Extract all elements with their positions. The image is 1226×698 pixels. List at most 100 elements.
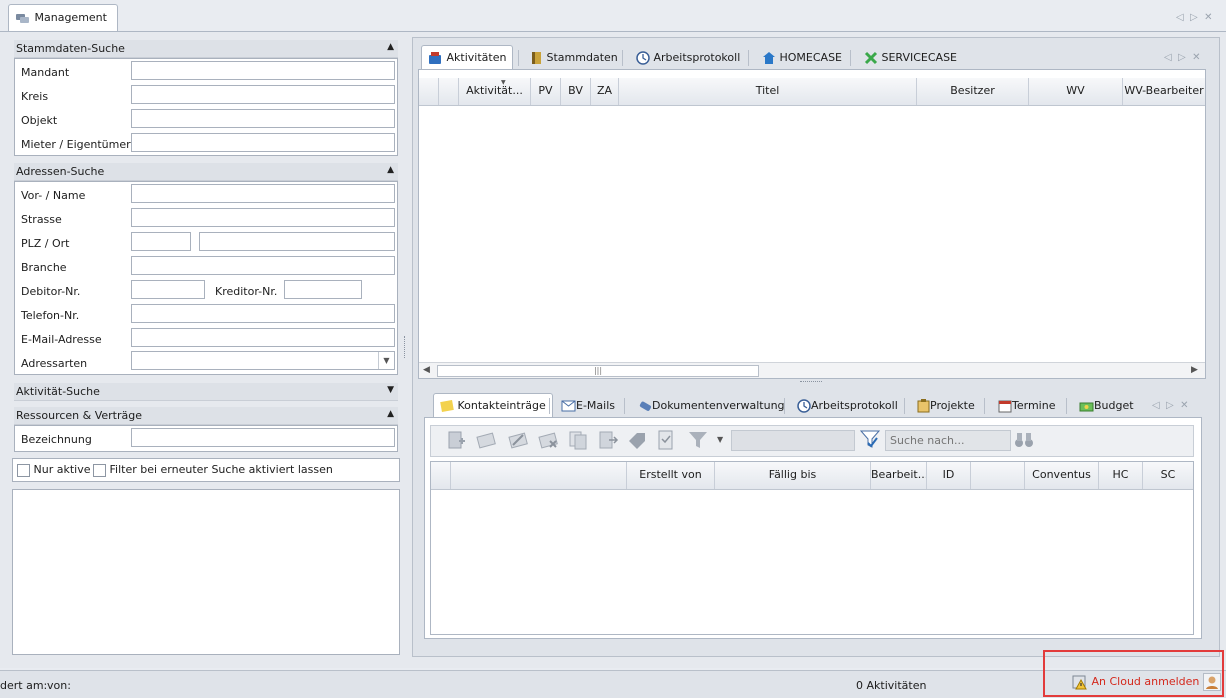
section-title: Ressourcen & Verträge [16,409,143,422]
tab-budget[interactable]: Budget [1072,393,1141,417]
tab-arbeitsprotokoll-bottom[interactable]: Arbeitsprotokoll [790,393,905,417]
tab-stammdaten[interactable]: Stammdaten [523,45,625,69]
scroll-thumb[interactable]: ||| [437,365,759,377]
col-bearbeiter[interactable]: Bearbeit... [871,462,927,489]
tab-termine[interactable]: Termine [991,393,1062,417]
filter-field[interactable] [731,430,855,451]
search-input[interactable] [885,430,1011,451]
col-titel[interactable]: Titel [619,78,917,105]
branche-input[interactable] [131,256,395,275]
copy-icon[interactable] [567,429,589,451]
horizontal-splitter[interactable] [800,381,822,383]
nur-aktive-checkbox[interactable] [17,463,30,477]
col-faellig-bis[interactable]: Fällig bis [715,462,871,489]
checklist-icon[interactable] [655,429,677,451]
tab-aktivitaeten[interactable]: Aktivitäten [421,45,514,69]
aktivitaeten-grid: Aktivität... PV BV ZA Titel Besitzer WV … [418,69,1206,379]
col-hc[interactable]: HC [1099,462,1143,489]
col-besitzer[interactable]: Besitzer [917,78,1029,105]
plz-input[interactable] [131,232,191,251]
vertical-splitter[interactable] [404,336,406,358]
section-header-aktivitaet[interactable]: Aktivität-Suche ▼ [14,383,398,401]
toolbar: ▼ [430,425,1194,457]
col-za[interactable]: ZA [591,78,619,105]
tab-label: Dokumentenverwaltung [652,399,785,412]
collapse-up-icon[interactable]: ▲ [387,409,394,419]
ort-input[interactable] [199,232,395,251]
collapse-up-icon[interactable]: ▲ [387,165,394,175]
tab-arbeitsprotokoll[interactable]: Arbeitsprotokoll [629,45,747,69]
delete-entry-icon[interactable] [537,429,559,451]
label-strasse: Strasse [21,213,62,226]
kreis-input[interactable] [131,85,395,104]
add-entry-icon[interactable] [445,429,467,451]
filter-checkbox[interactable] [93,463,106,477]
main-tab-nav[interactable]: ◁ ▷ ✕ [1176,12,1212,23]
expand-down-icon[interactable]: ▼ [387,385,394,395]
horizontal-scrollbar[interactable]: ◀ ||| ▶ [419,362,1205,378]
filter-option[interactable]: Filter bei erneuter Suche aktiviert lass… [93,463,333,477]
tab-label: SERVICECASE [881,51,958,64]
col-conventus[interactable]: Conventus [1025,462,1099,489]
adressarten-select[interactable]: ▼ [131,351,395,370]
cloud-login-button[interactable]: An Cloud anmelden [1072,673,1221,693]
scroll-left-icon[interactable]: ◀ [423,365,430,375]
stammdaten-icon [532,52,541,64]
collapse-up-icon[interactable]: ▲ [387,42,394,52]
dropdown-arrow-icon[interactable]: ▼ [378,352,394,369]
filter-dropdown-icon[interactable]: ▼ [717,435,723,444]
mieter-input[interactable] [131,133,395,152]
forward-icon[interactable] [597,429,619,451]
col-wv[interactable]: WV [1029,78,1123,105]
debitor-input[interactable] [131,280,205,299]
tab-label: Arbeitsprotokoll [811,399,898,412]
kreditor-input[interactable] [284,280,362,299]
vorname-input[interactable] [131,184,395,203]
tab-label: HOMECASE [779,51,843,64]
filter-icon[interactable] [687,429,709,451]
mandant-input[interactable] [131,61,395,80]
strasse-input[interactable] [131,208,395,227]
results-list[interactable] [12,489,400,655]
col-pv[interactable]: PV [531,78,561,105]
section-header-ressourcen[interactable]: Ressourcen & Verträge ▲ [14,407,398,425]
objekt-input[interactable] [131,109,395,128]
money-icon [1079,402,1094,411]
tab-projekte[interactable]: Projekte [910,393,982,417]
tab-label: Aktivitäten [446,51,507,64]
tab-kontakteintraege[interactable]: Kontakteinträge [433,393,553,417]
email-input[interactable] [131,328,395,347]
bezeichnung-input[interactable] [131,428,395,447]
label-mieter: Mieter / Eigentümer [21,138,131,151]
user-icon[interactable] [1202,673,1221,691]
tab-dokumentenverwaltung[interactable]: Dokumentenverwaltung [631,393,792,417]
tab-label: Termine [1012,399,1056,412]
edit-entry-icon[interactable] [507,429,529,451]
clock-icon [636,51,650,65]
apply-filter-icon[interactable] [859,428,881,450]
scroll-right-icon[interactable]: ▶ [1191,365,1198,375]
col-bv[interactable]: BV [561,78,591,105]
tab-homecase[interactable]: HOMECASE [755,45,849,69]
tab-management[interactable]: Management [8,4,118,32]
label-kreditor: Kreditor-Nr. [215,285,278,298]
sort-indicator-icon: ▼ [501,79,506,86]
col-wv-bearbeiter[interactable]: WV-Bearbeiter [1123,78,1205,105]
tab-emails[interactable]: E-Mails [554,393,622,417]
tab-servicecase[interactable]: SERVICECASE [857,45,964,69]
bottom-tab-nav[interactable]: ◁ ▷ ✕ [1152,400,1188,411]
col-id[interactable]: ID [927,462,971,489]
col-erstellt-von[interactable]: Erstellt von [627,462,715,489]
col-sc[interactable]: SC [1143,462,1193,489]
reply-entry-icon[interactable] [475,429,497,451]
section-header-adressen[interactable]: Adressen-Suche ▲ [14,163,398,181]
envelope-icon [561,400,576,412]
tag-icon[interactable] [627,429,649,451]
top-tab-nav[interactable]: ◁ ▷ ✕ [1164,52,1200,63]
clock-icon [797,399,811,413]
section-header-stammdaten[interactable]: Stammdaten-Suche ▲ [14,40,398,58]
col-aktivitaet[interactable]: Aktivität... [459,78,531,105]
binoculars-icon[interactable] [1013,429,1035,451]
telefon-input[interactable] [131,304,395,323]
nur-aktive-option[interactable]: Nur aktive [17,463,90,477]
